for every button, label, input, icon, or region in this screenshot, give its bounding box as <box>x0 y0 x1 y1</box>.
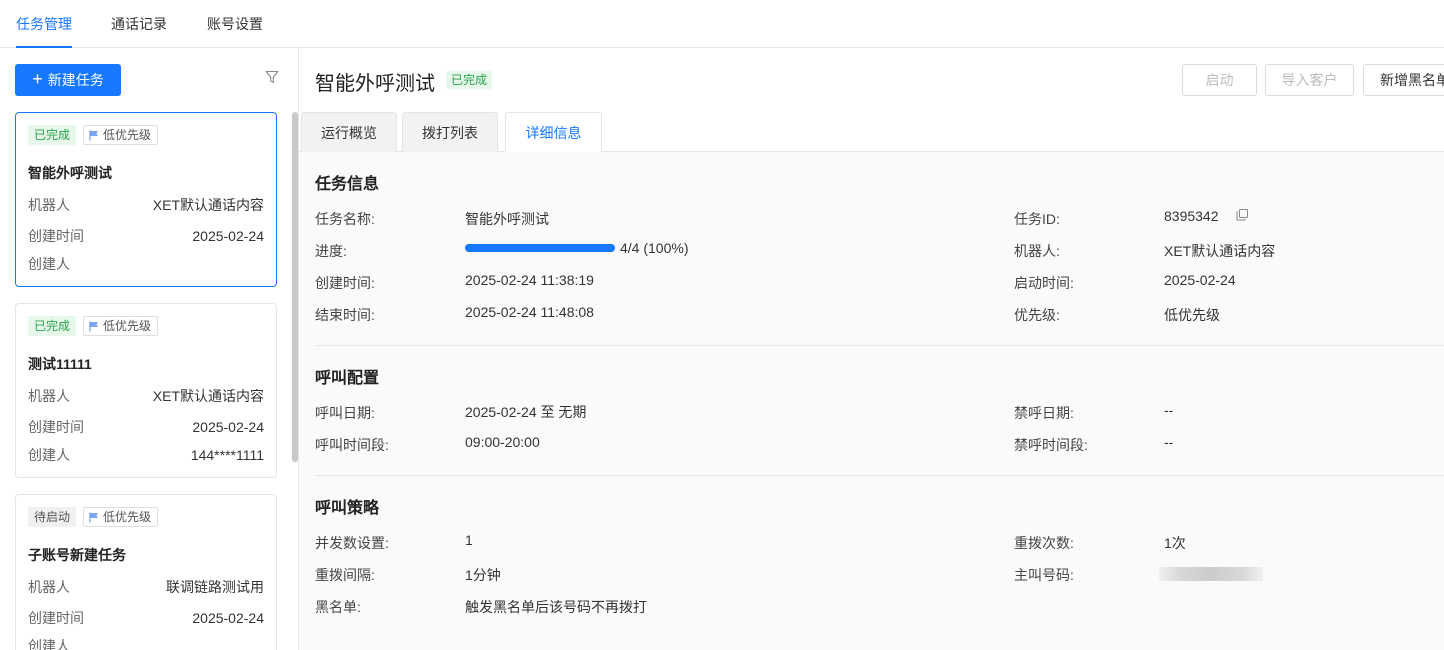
tab-overview[interactable]: 运行概览 <box>301 112 397 152</box>
creator-row: 创建人 <box>28 256 70 272</box>
tab-task-management[interactable]: 任务管理 <box>16 0 72 48</box>
ban-period-label: 禁呼时间段: <box>1014 437 1088 453</box>
status-badge: 已完成 <box>28 316 77 336</box>
priority-tag: 低优先级 <box>83 125 159 145</box>
created-row: 创建时间 2025-02-24 <box>28 419 264 435</box>
task-card-1[interactable]: 已完成 低优先级 智能外呼测试 机器人 XET默认通话内容 创建时间 2025-02… <box>15 112 277 287</box>
progress-fill <box>465 244 615 252</box>
status-badge: 待启动 <box>28 507 77 527</box>
section-title-call-strategy: 呼叫策略 <box>315 500 380 517</box>
section-divider <box>315 345 1444 346</box>
creator-row: 创建人 144****1111 <box>28 447 264 463</box>
robot-row: 机器人 XET默认通话内容 <box>28 388 264 404</box>
redial-interval-label: 重拨间隔: <box>315 567 375 583</box>
sidebar-scrollbar[interactable] <box>292 112 298 462</box>
created-row: 创建时间 2025-02-24 <box>28 610 264 626</box>
concurrency-label: 并发数设置: <box>315 535 389 551</box>
status-badge: 已完成 <box>446 71 493 89</box>
ban-period-value: -- <box>1164 434 1174 450</box>
concurrency-value: 1 <box>465 532 473 548</box>
flag-icon <box>89 321 98 331</box>
progress-text: 4/4 (100%) <box>620 240 689 256</box>
redial-interval-value: 1分钟 <box>465 567 501 583</box>
task-title: 智能外呼测试 <box>28 165 112 181</box>
robot-row: 机器人 XET默认通话内容 <box>28 197 264 213</box>
status-badge: 已完成 <box>28 125 77 145</box>
priority-value: 低优先级 <box>1164 307 1220 323</box>
copy-icon[interactable] <box>1236 209 1248 221</box>
tab-account-settings[interactable]: 账号设置 <box>207 0 263 48</box>
priority-tag: 低优先级 <box>83 507 159 527</box>
tab-call-records[interactable]: 通话记录 <box>111 0 167 48</box>
ban-date-value: -- <box>1164 402 1174 418</box>
section-title-task-info: 任务信息 <box>315 176 380 193</box>
new-task-button[interactable]: + 新建任务 <box>15 64 121 96</box>
robot-value: XET默认通话内容 <box>1164 243 1276 259</box>
detail-tabs: 运行概览 拨打列表 详细信息 <box>299 112 1444 153</box>
caller-number-redacted <box>1159 567 1263 581</box>
call-period-label: 呼叫时间段: <box>315 437 389 453</box>
caller-number-label: 主叫号码: <box>1014 567 1074 583</box>
robot-label: 机器人: <box>1014 243 1060 259</box>
task-card-2[interactable]: 已完成 低优先级 测试11111 机器人 XET默认通话内容 创建时间 2025-0… <box>15 303 277 478</box>
task-card-3[interactable]: 待启动 低优先级 子账号新建任务 机器人 联调链路测试用 创建时间 2025-02-… <box>15 494 277 650</box>
task-detail-panel: 智能外呼测试 已完成 启动 导入客户 新增黑名单 运行概览 拨打列表 详细信息 … <box>299 48 1444 650</box>
tab-details[interactable]: 详细信息 <box>505 112 602 153</box>
task-id-value: 8395342 <box>1164 208 1219 224</box>
blacklist-label: 黑名单: <box>315 599 361 615</box>
section-title-call-config: 呼叫配置 <box>315 370 380 387</box>
end-time-label: 结束时间: <box>315 307 375 323</box>
start-time-value: 2025-02-24 <box>1164 272 1236 288</box>
ban-date-label: 禁呼日期: <box>1014 405 1074 421</box>
flag-icon <box>89 130 98 140</box>
blacklist-value: 触发黑名单后该号码不再拨打 <box>465 599 647 615</box>
start-button[interactable]: 启动 <box>1182 64 1257 96</box>
filter-icon[interactable] <box>265 70 279 84</box>
page-title: 智能外呼测试 <box>315 73 435 95</box>
start-time-label: 启动时间: <box>1014 275 1074 291</box>
tab-dial-list[interactable]: 拨打列表 <box>402 112 498 152</box>
created-time-value: 2025-02-24 11:38:19 <box>465 272 594 288</box>
add-blacklist-button[interactable]: 新增黑名单 <box>1363 64 1444 96</box>
task-name-value: 智能外呼测试 <box>465 211 549 227</box>
import-customers-button[interactable]: 导入客户 <box>1265 64 1354 96</box>
redial-count-label: 重拨次数: <box>1014 535 1074 551</box>
top-nav: 任务管理 通话记录 账号设置 <box>0 0 1444 48</box>
task-sidebar: + 新建任务 已完成 低优先级 智能外呼测试 机器人 XET默认通话内容 创建时间… <box>0 48 299 650</box>
robot-row: 机器人 联调链路测试用 <box>28 579 264 595</box>
task-id-label: 任务ID: <box>1014 211 1060 227</box>
redial-count-value: 1次 <box>1164 535 1186 551</box>
details-content: 任务信息 任务名称: 智能外呼测试 任务ID: 8395342 进度: 4/4 … <box>299 152 1444 650</box>
priority-label: 优先级: <box>1014 307 1060 323</box>
creator-row: 创建人 <box>28 638 70 650</box>
call-date-label: 呼叫日期: <box>315 405 375 421</box>
flag-icon <box>89 512 98 522</box>
call-date-value: 2025-02-24 至 无期 <box>465 404 587 420</box>
progress-bar <box>465 244 615 252</box>
call-period-value: 09:00-20:00 <box>465 434 540 450</box>
section-divider <box>315 475 1444 476</box>
created-row: 创建时间 2025-02-24 <box>28 228 264 244</box>
created-time-label: 创建时间: <box>315 275 375 291</box>
end-time-value: 2025-02-24 11:48:08 <box>465 304 594 320</box>
task-title: 测试11111 <box>28 356 92 372</box>
progress-label: 进度: <box>315 243 347 259</box>
plus-icon: + <box>32 69 43 89</box>
new-task-label: 新建任务 <box>47 72 104 88</box>
task-name-label: 任务名称: <box>315 211 375 227</box>
task-title: 子账号新建任务 <box>28 547 126 563</box>
priority-tag: 低优先级 <box>83 316 159 336</box>
